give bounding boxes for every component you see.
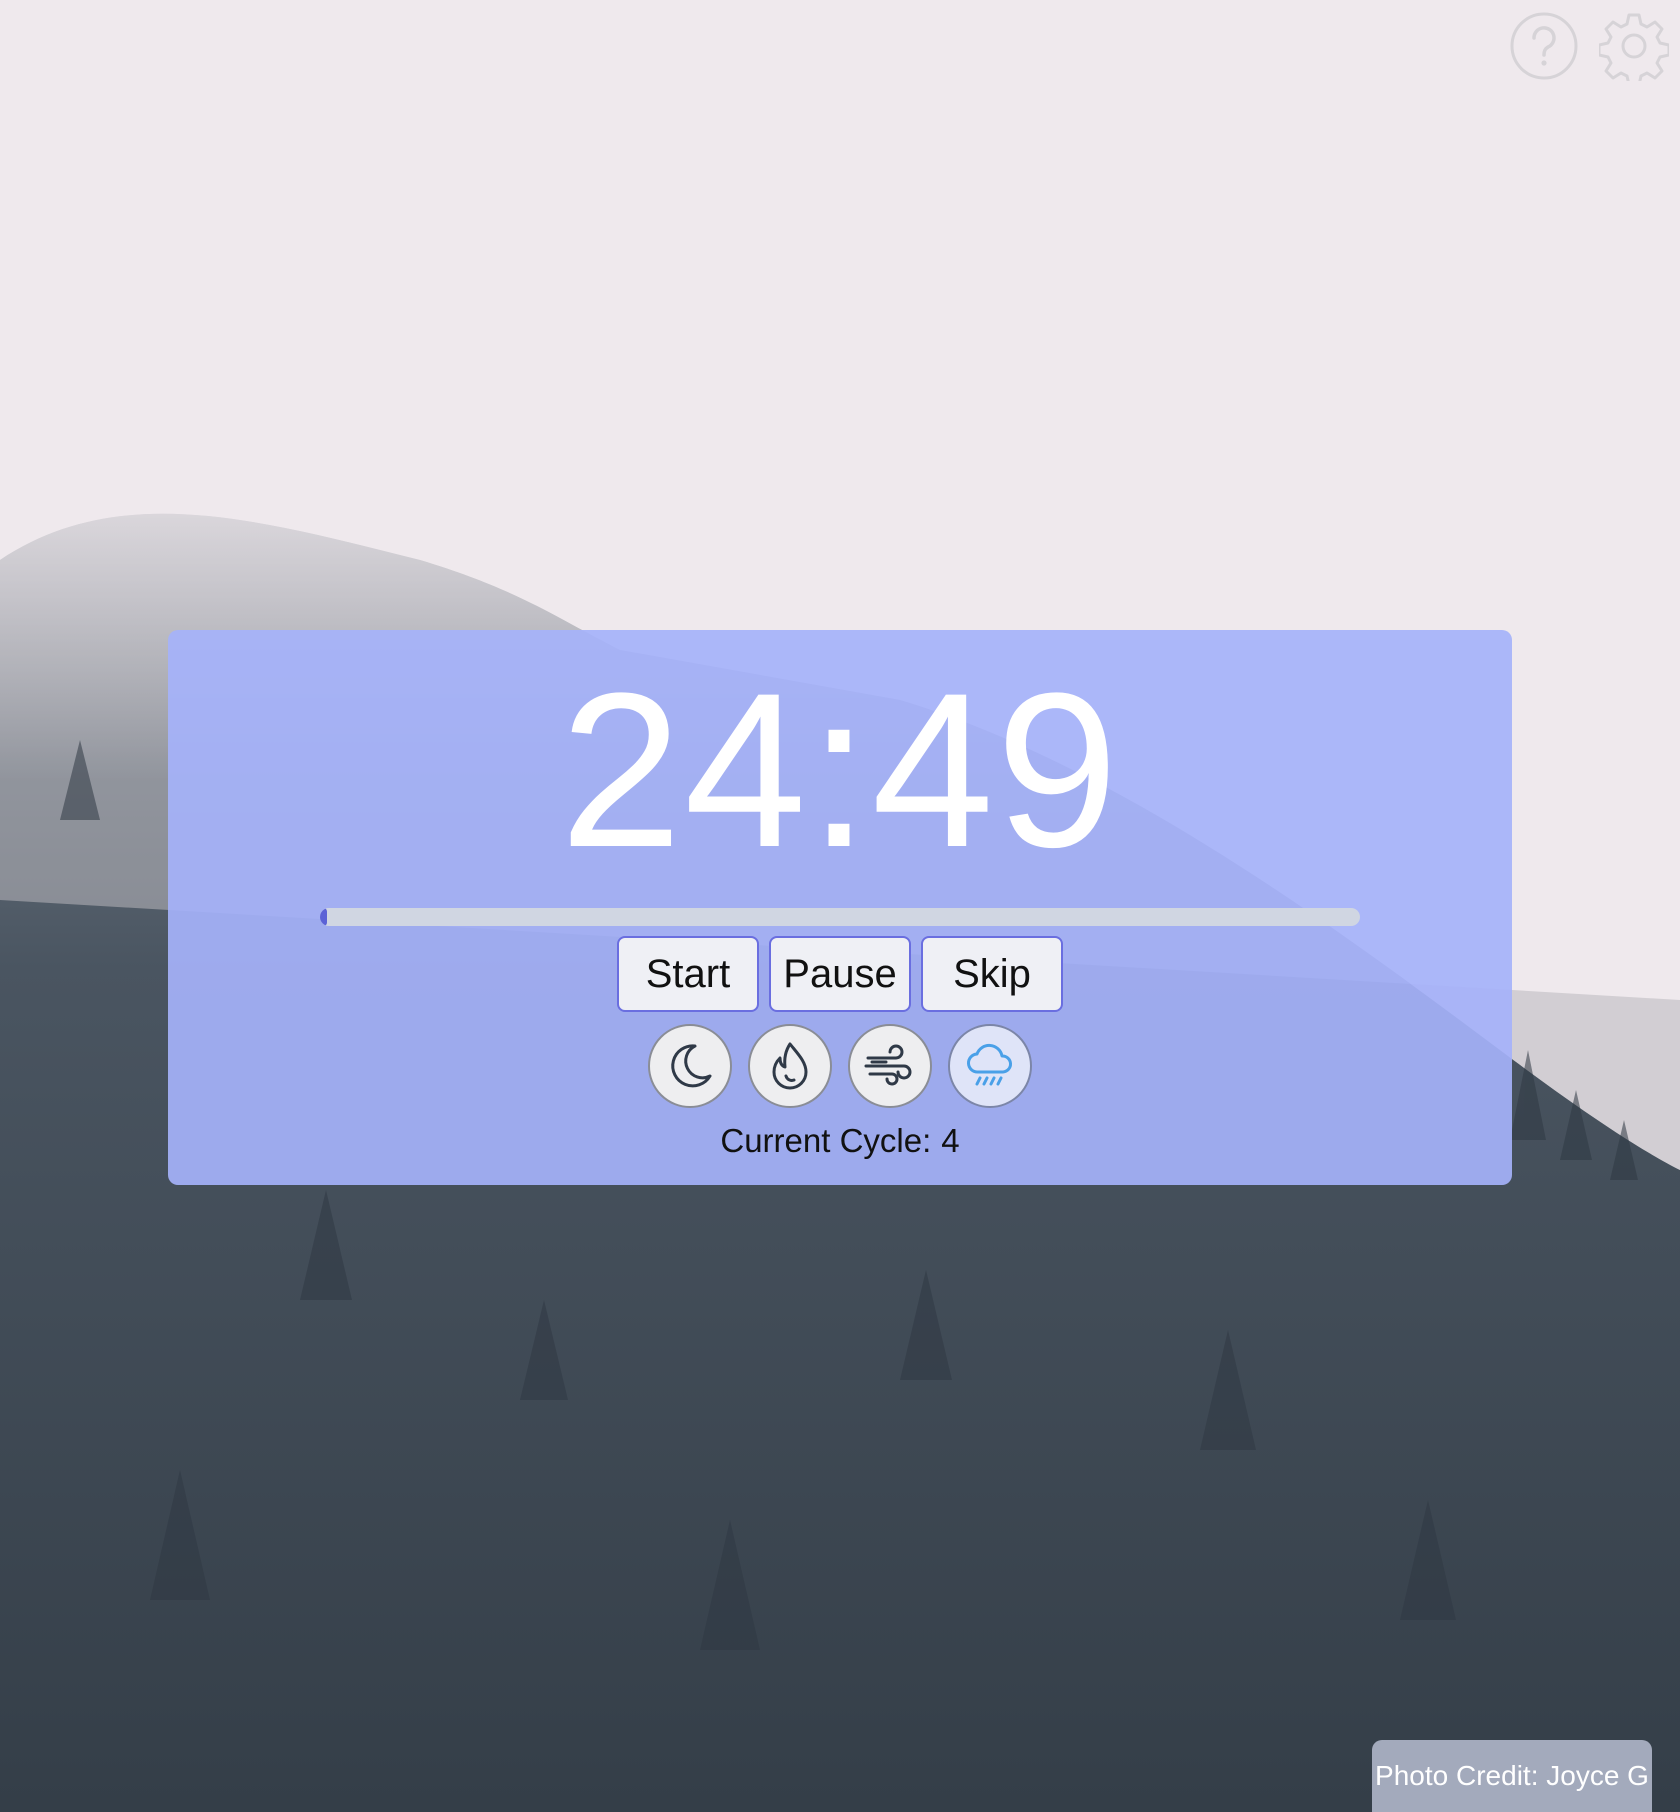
flame-icon [772, 1042, 808, 1090]
pause-button[interactable]: Pause [769, 936, 911, 1012]
progress-fill [320, 908, 328, 926]
top-toolbar [1508, 10, 1670, 82]
app-page: 24:49 Start Pause Skip Current Cycle: 4 … [0, 0, 1680, 1812]
wind-icon [864, 1044, 912, 1086]
photo-credit[interactable]: Photo Credit: Joyce G [1372, 1740, 1652, 1812]
help-button[interactable] [1508, 10, 1580, 82]
rain-cloud-icon [967, 1043, 1012, 1086]
start-button[interactable]: Start [617, 936, 759, 1012]
cycle-counter: Current Cycle: 4 [720, 1122, 959, 1160]
sound-button-rain[interactable] [948, 1024, 1032, 1108]
help-icon [1510, 12, 1578, 80]
ambient-sound-selector [648, 1024, 1032, 1108]
sound-button-night[interactable] [648, 1024, 732, 1108]
timer-display: 24:49 [559, 647, 1121, 893]
sound-button-fire[interactable] [748, 1024, 832, 1108]
sound-button-wind[interactable] [848, 1024, 932, 1108]
timer-panel: 24:49 Start Pause Skip Current Cycle: 4 [168, 630, 1512, 1185]
skip-button[interactable]: Skip [921, 936, 1063, 1012]
timer-controls: Start Pause Skip [617, 936, 1063, 1012]
progress-bar [320, 908, 1360, 926]
cycle-label: Current Cycle: [720, 1122, 932, 1159]
settings-icon [1599, 13, 1669, 81]
settings-button[interactable] [1598, 10, 1670, 82]
cycle-value: 4 [941, 1122, 960, 1159]
moon-icon [671, 1044, 712, 1088]
